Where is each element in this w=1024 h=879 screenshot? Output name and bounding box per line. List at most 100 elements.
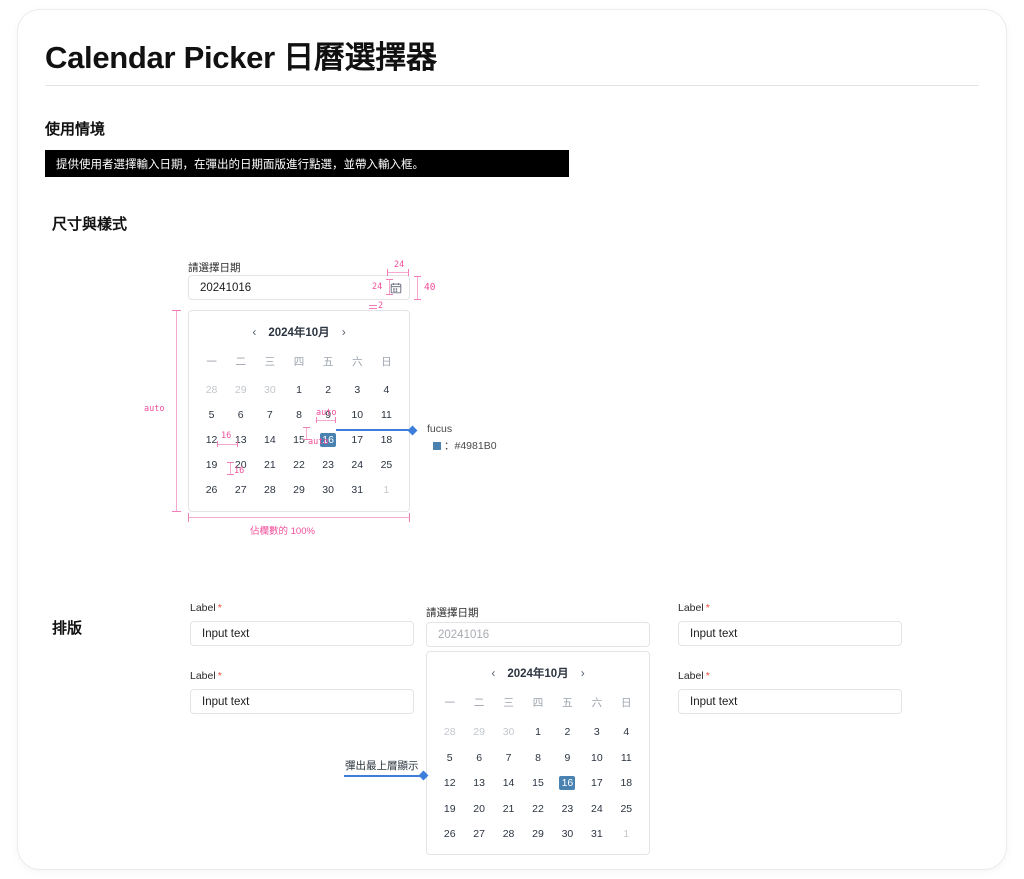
calendar-weekday: 一 bbox=[444, 697, 455, 710]
calendar-day[interactable]: 19 bbox=[435, 796, 464, 822]
calendar-day[interactable]: 4 bbox=[612, 720, 641, 746]
calendar-day[interactable]: 25 bbox=[612, 796, 641, 822]
calendar-day[interactable]: 27 bbox=[226, 477, 255, 502]
calendar-day[interactable]: 4 bbox=[372, 377, 401, 402]
layout-left-field-2-label: Label * bbox=[190, 670, 222, 682]
spec-annotation-panel-height: auto bbox=[144, 404, 165, 414]
calendar-day[interactable]: 11 bbox=[372, 402, 401, 427]
spec-rule-icon-gap bbox=[387, 272, 409, 273]
calendar-day[interactable]: 21 bbox=[494, 796, 523, 822]
chevron-left-icon[interactable]: ‹ bbox=[491, 666, 495, 680]
calendar-day[interactable]: 22 bbox=[284, 452, 313, 477]
calendar-day[interactable]: 5 bbox=[197, 402, 226, 427]
focus-color-value: #4981B0 bbox=[454, 440, 497, 452]
layout-date-field-label: 請選擇日期 bbox=[426, 607, 479, 619]
chevron-right-icon[interactable]: › bbox=[581, 666, 585, 680]
calendar-day[interactable]: 2 bbox=[553, 720, 582, 746]
calendar-weekday: 六 bbox=[591, 697, 603, 710]
spec-rule-icon-size bbox=[389, 279, 390, 295]
layout-left-field-2-value: Input text bbox=[202, 695, 250, 708]
calendar-day[interactable]: 31 bbox=[582, 822, 611, 848]
calendar-day[interactable]: 19 bbox=[197, 452, 226, 477]
spec-annotation-cell-gap-h: 16 bbox=[221, 431, 232, 441]
spec-cap-gap-h-l bbox=[217, 441, 218, 447]
required-indicator: * bbox=[705, 602, 710, 614]
calendar-day[interactable]: 14 bbox=[494, 771, 523, 797]
spec-annotation-input-height: 40 bbox=[424, 282, 436, 293]
layout-right-field-2-label: Label * bbox=[678, 670, 710, 682]
section-heading-layout: 排版 bbox=[52, 620, 83, 637]
calendar-day[interactable]: 28 bbox=[255, 477, 284, 502]
required-indicator: * bbox=[217, 602, 222, 614]
calendar-day[interactable]: 8 bbox=[523, 745, 552, 771]
layout-date-input[interactable]: 20241016 bbox=[426, 622, 650, 647]
calendar-day-selected-highlight: 16 bbox=[559, 776, 576, 791]
calendar-day[interactable]: 31 bbox=[343, 477, 372, 502]
calendar-day[interactable]: 29 bbox=[523, 822, 552, 848]
calendar-day[interactable]: 29 bbox=[284, 477, 313, 502]
chevron-right-icon[interactable]: › bbox=[342, 325, 346, 339]
calendar-day[interactable]: 6 bbox=[464, 745, 493, 771]
calendar-day[interactable]: 27 bbox=[464, 822, 493, 848]
calendar-day[interactable]: 3 bbox=[343, 377, 372, 402]
spec-cap-offset-a bbox=[369, 305, 377, 306]
focus-color-row: ：#4981B0 bbox=[433, 438, 497, 453]
spec-calendar-weekday-row: 一二三四五六日 bbox=[189, 349, 409, 374]
layout-right-field-1-value: Input text bbox=[690, 627, 738, 640]
calendar-day[interactable]: 24 bbox=[343, 452, 372, 477]
calendar-day[interactable]: 24 bbox=[582, 796, 611, 822]
calendar-day[interactable]: 23 bbox=[314, 452, 343, 477]
calendar-day: 29 bbox=[234, 383, 247, 396]
calendar-day[interactable]: 2 bbox=[314, 377, 343, 402]
spec-annotation-icon-size: 24 bbox=[372, 282, 383, 292]
calendar-day[interactable]: 26 bbox=[197, 477, 226, 502]
calendar-day-selected[interactable]: 16 bbox=[553, 771, 582, 797]
layout-left-field-2-input[interactable]: Input text bbox=[190, 689, 414, 714]
calendar-day[interactable]: 1 bbox=[523, 720, 552, 746]
calendar-day[interactable]: 28 bbox=[494, 822, 523, 848]
calendar-day[interactable]: 1 bbox=[284, 377, 313, 402]
focus-color-swatch bbox=[433, 442, 441, 450]
calendar-day[interactable]: 17 bbox=[582, 771, 611, 797]
calendar-day[interactable]: 23 bbox=[553, 796, 582, 822]
calendar-day[interactable]: 7 bbox=[494, 745, 523, 771]
spec-calendar-month-title: 2024年10月 bbox=[268, 327, 330, 339]
calendar-day[interactable]: 10 bbox=[343, 402, 372, 427]
calendar-weekday: 六 bbox=[352, 356, 363, 368]
calendar-day[interactable]: 21 bbox=[255, 452, 284, 477]
spec-annotation-icon-gap: 24 bbox=[394, 260, 405, 270]
spec-date-field-label: 請選擇日期 bbox=[188, 262, 241, 274]
layout-right-field-1-input[interactable]: Input text bbox=[678, 621, 902, 646]
layout-right-field-2-input[interactable]: Input text bbox=[678, 689, 902, 714]
calendar-day[interactable]: 11 bbox=[612, 745, 641, 771]
calendar-day[interactable]: 8 bbox=[284, 402, 313, 427]
calendar-day[interactable]: 3 bbox=[582, 720, 611, 746]
section-heading-spec: 尺寸與樣式 bbox=[52, 216, 128, 233]
calendar-weekday: 四 bbox=[293, 356, 305, 368]
calendar-weekday: 五 bbox=[322, 356, 334, 368]
calendar-day[interactable]: 25 bbox=[372, 452, 401, 477]
calendar-day[interactable]: 26 bbox=[435, 822, 464, 848]
calendar-day[interactable]: 5 bbox=[435, 745, 464, 771]
calendar-day[interactable]: 12 bbox=[435, 771, 464, 797]
calendar-day[interactable]: 30 bbox=[314, 477, 343, 502]
layout-left-field-1-value: Input text bbox=[202, 627, 250, 640]
calendar-day[interactable]: 10 bbox=[582, 745, 611, 771]
calendar-day[interactable]: 30 bbox=[553, 822, 582, 848]
calendar-day[interactable]: 6 bbox=[226, 402, 255, 427]
chevron-left-icon[interactable]: ‹ bbox=[252, 325, 256, 339]
calendar-icon[interactable] bbox=[390, 282, 402, 294]
layout-date-input-value: 20241016 bbox=[438, 628, 490, 641]
calendar-day[interactable]: 7 bbox=[255, 402, 284, 427]
calendar-day: 30 bbox=[264, 383, 276, 396]
calendar-day[interactable]: 18 bbox=[612, 771, 641, 797]
spec-cap-gap-v-t bbox=[227, 462, 234, 463]
spec-cap-left bbox=[387, 269, 388, 276]
layout-left-field-1-input[interactable]: Input text bbox=[190, 621, 414, 646]
calendar-day[interactable]: 22 bbox=[523, 796, 552, 822]
calendar-day[interactable]: 13 bbox=[464, 771, 493, 797]
calendar-day[interactable]: 14 bbox=[255, 427, 284, 452]
calendar-day[interactable]: 20 bbox=[464, 796, 493, 822]
calendar-day[interactable]: 9 bbox=[553, 745, 582, 771]
calendar-day[interactable]: 15 bbox=[523, 771, 552, 797]
